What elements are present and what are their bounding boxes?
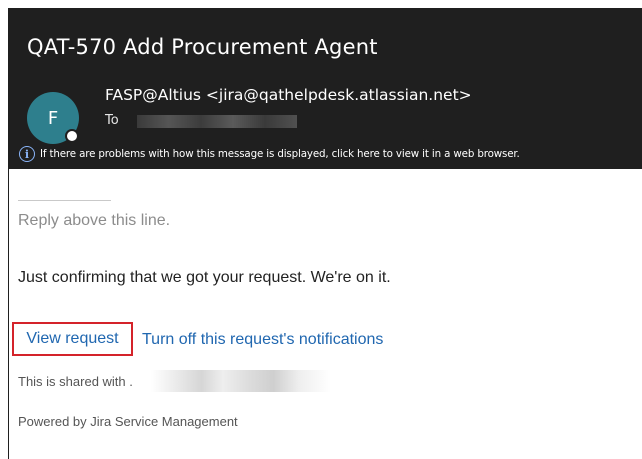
redacted-recipient xyxy=(137,115,297,128)
sender-address[interactable]: FASP@Altius <jira@qathelpdesk.atlassian.… xyxy=(105,86,472,104)
email-header: QAT-570 Add Procurement Agent F FASP@Alt… xyxy=(9,9,642,169)
view-in-browser-banner[interactable]: If there are problems with how this mess… xyxy=(40,148,520,160)
presence-status-icon xyxy=(65,129,79,143)
avatar-initial: F xyxy=(47,107,59,129)
powered-by-footer: Powered by Jira Service Management xyxy=(18,414,238,429)
reply-above-text: Reply above this line. xyxy=(18,212,171,229)
confirmation-message: Just confirming that we got your request… xyxy=(18,269,391,286)
email-window: QAT-570 Add Procurement Agent F FASP@Alt… xyxy=(8,8,642,459)
redacted-shared-with xyxy=(151,370,331,392)
to-label: To xyxy=(105,113,119,128)
request-links: View request Turn off this request's not… xyxy=(9,322,642,362)
view-request-link[interactable]: View request xyxy=(12,322,133,356)
email-subject: QAT-570 Add Procurement Agent xyxy=(27,35,378,59)
info-icon: i xyxy=(19,146,35,162)
turn-off-notifications-link[interactable]: Turn off this request's notifications xyxy=(142,331,383,349)
reply-divider xyxy=(18,200,111,201)
shared-with-text: This is shared with . xyxy=(18,374,133,389)
